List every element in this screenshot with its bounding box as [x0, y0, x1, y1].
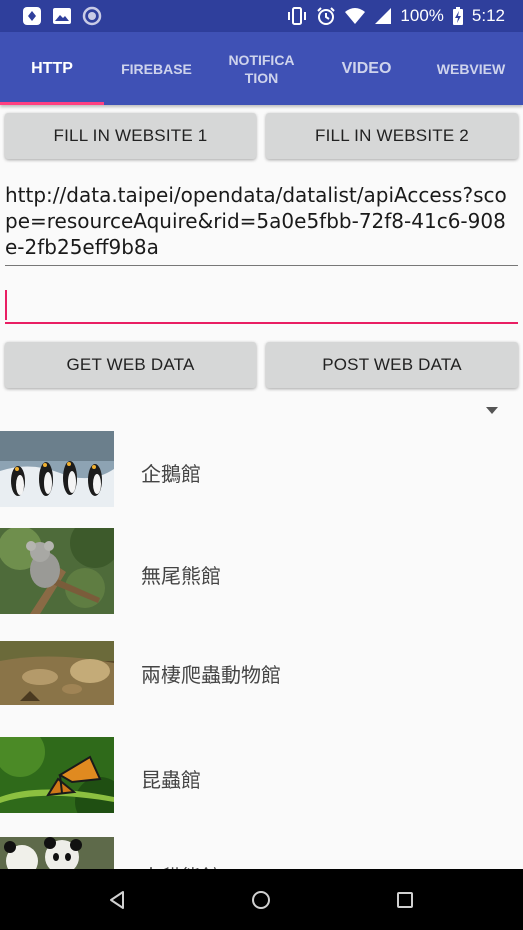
alarm-icon — [317, 7, 336, 25]
status-bar: 100% 5:12 — [0, 0, 523, 32]
pandas-thumbnail — [0, 837, 114, 869]
vibrate-icon — [288, 7, 307, 25]
fill-website-1-button[interactable]: FILL IN WEBSITE 1 — [5, 113, 256, 159]
battery-charging-icon — [452, 7, 463, 25]
cell-signal-icon — [375, 8, 392, 24]
tab-label: FIREBASE — [121, 60, 192, 77]
get-web-data-button[interactable]: GET WEB DATA — [5, 342, 256, 388]
tab-indicator — [0, 102, 104, 105]
tab-firebase[interactable]: FIREBASE — [104, 32, 209, 105]
tab-label: HTTP — [31, 59, 73, 77]
tab-bar: HTTP FIREBASE NOTIFICA TION VIDEO WEBVIE… — [0, 32, 523, 105]
penguins-thumbnail — [0, 431, 114, 507]
text-cursor — [5, 290, 7, 320]
url-field-underline — [5, 265, 518, 266]
data-input-underline — [5, 322, 518, 324]
battery-percent: 100% — [400, 6, 444, 25]
fill-website-2-button[interactable]: FILL IN WEBSITE 2 — [266, 113, 518, 159]
tab-webview[interactable]: WEBVIEW — [419, 32, 523, 105]
tab-notification[interactable]: NOTIFICA TION — [209, 32, 314, 105]
clock-time: 5:12 — [471, 6, 505, 25]
tortoises-thumbnail — [0, 641, 114, 705]
list-item-label: 企鵝館 — [141, 462, 201, 486]
image-notification-icon — [53, 8, 71, 24]
tab-label: VIDEO — [341, 59, 392, 77]
tab-label: WEBVIEW — [436, 60, 506, 77]
post-web-data-button[interactable]: POST WEB DATA — [266, 342, 518, 388]
back-icon[interactable] — [107, 890, 127, 910]
list-item[interactable]: 無尾熊館 — [0, 527, 523, 617]
list-item[interactable]: 昆蟲館 — [0, 731, 523, 821]
spinner-dropdown-arrow-icon[interactable] — [486, 407, 498, 414]
navigation-bar — [0, 869, 523, 930]
tab-label: NOTIFICA TION — [228, 51, 295, 86]
koala-thumbnail — [0, 528, 114, 614]
butterfly-thumbnail — [0, 737, 114, 813]
tab-video[interactable]: VIDEO — [314, 32, 419, 105]
data-input-field[interactable] — [5, 288, 518, 324]
list-item-label: 兩棲爬蟲動物館 — [141, 663, 281, 687]
recents-icon[interactable] — [396, 891, 414, 909]
tab-http[interactable]: HTTP — [0, 32, 104, 105]
app-notification-icon — [23, 7, 41, 25]
list-item[interactable]: 兩棲爬蟲動物館 — [0, 629, 523, 719]
list-item-label: 無尾熊館 — [141, 564, 221, 588]
url-field[interactable]: http://data.taipei/opendata/datalist/api… — [5, 182, 510, 260]
list-item-label: 昆蟲館 — [141, 768, 201, 792]
home-icon[interactable] — [251, 890, 271, 910]
wifi-icon — [345, 8, 366, 24]
sync-notification-icon — [82, 6, 102, 26]
list-item[interactable]: 企鵝館 — [0, 425, 523, 515]
